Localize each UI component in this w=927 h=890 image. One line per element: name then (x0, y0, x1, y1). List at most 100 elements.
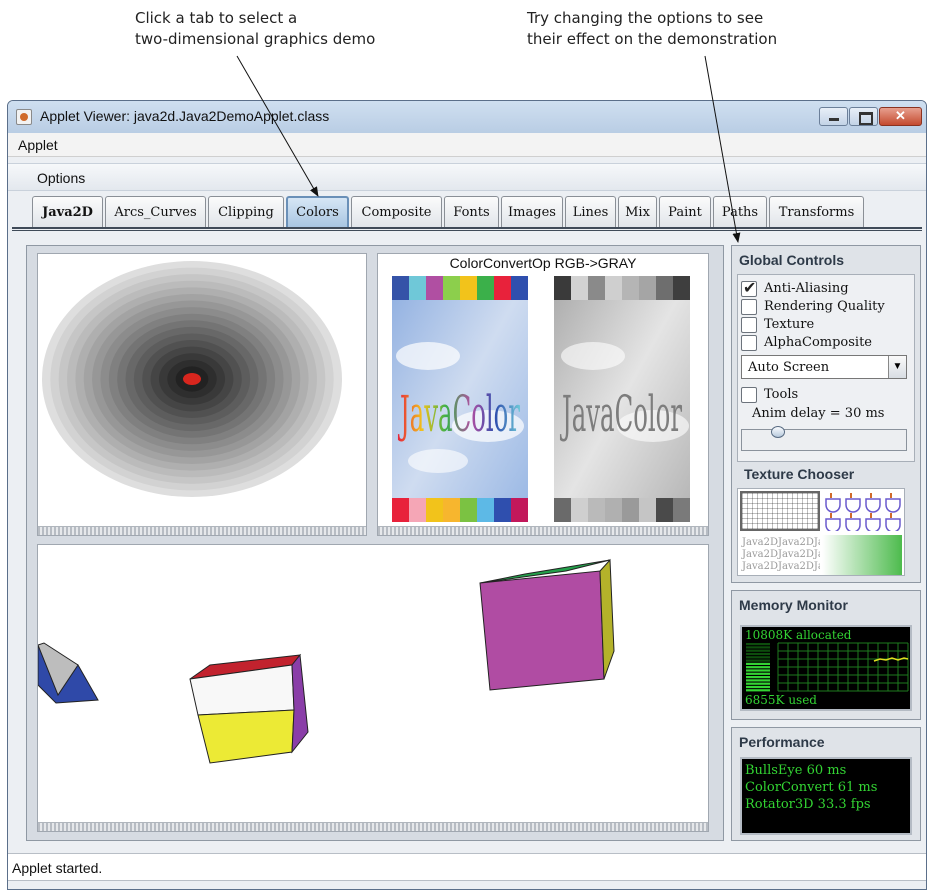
memory-bar-segment (746, 649, 770, 652)
tab-fonts[interactable]: Fonts (444, 196, 499, 227)
memory-bar-segment (746, 685, 770, 689)
checkbox-label: Rendering Quality (764, 299, 885, 314)
tab-colors[interactable]: Colors (286, 196, 349, 227)
gray-swatch (673, 498, 690, 522)
checkbox-label: Anti-Aliasing (764, 281, 849, 296)
checkbox-rendering-quality[interactable]: Rendering Quality (741, 298, 885, 315)
options-menu[interactable]: Options (37, 170, 85, 186)
checkbox-box[interactable] (741, 278, 757, 298)
gray-swatch (554, 498, 571, 522)
texture-text-option[interactable]: Java2DJava2DJava2D Java2DJava2DJava2D Ja… (740, 535, 820, 575)
checkbox-box[interactable] (741, 334, 757, 351)
gray-swatch (673, 276, 690, 300)
callout-options-line1: Try changing the options to see (527, 9, 764, 27)
close-icon[interactable] (879, 107, 922, 126)
tab-paint[interactable]: Paint (659, 196, 711, 227)
colorconvert-title: ColorConvertOp RGB->GRAY (449, 255, 637, 271)
color-swatch (511, 498, 528, 522)
color-swatch (409, 498, 426, 522)
minimize-icon[interactable] (819, 107, 848, 126)
color-swatch (392, 498, 409, 522)
memory-monitor-screen[interactable]: 10808K allocated 6855K used (740, 625, 912, 711)
tab-divider (12, 227, 922, 231)
applet-area: Options Java2D Arcs_Curves Clipping Colo… (8, 157, 926, 889)
tab-images[interactable]: Images (501, 196, 563, 227)
tab-mix[interactable]: Mix (618, 196, 657, 227)
checkbox-box[interactable] (741, 298, 757, 315)
checkbox-anti-aliasing[interactable]: Anti-Aliasing (741, 278, 849, 298)
side-panel: Global Controls Anti-Aliasing Rendering … (731, 245, 921, 841)
screen-select[interactable]: Auto Screen ▼ (741, 355, 907, 379)
anim-delay-slider[interactable] (741, 426, 907, 451)
perf-line-rotator3d: Rotator3D 33.3 fps (745, 797, 871, 812)
tab-clipping[interactable]: Clipping (208, 196, 284, 227)
panel-toolbar-handle[interactable] (38, 822, 708, 831)
menu-bar: Applet (8, 133, 926, 157)
memory-bar-segment (746, 646, 770, 649)
gray-swatch (639, 498, 656, 522)
gray-swatch (639, 276, 656, 300)
memory-used: 6855K used (745, 693, 817, 707)
colorconvert-source-text: JavaColor (398, 385, 520, 443)
texture-gradient-option[interactable] (822, 535, 902, 575)
status-bar: Applet started. (8, 853, 926, 881)
checkbox-tools[interactable]: Tools (741, 386, 798, 403)
callout-tabs-line1: Click a tab to select a (135, 9, 298, 27)
checkbox-box[interactable] (741, 316, 757, 333)
tab-java2d[interactable]: Java2D (32, 196, 103, 227)
callout-options: Try changing the options to see their ef… (527, 8, 777, 50)
texture-cups-option[interactable] (822, 491, 902, 531)
perf-line-colorconvert: ColorConvert 61 ms (745, 780, 878, 795)
slider-knob[interactable] (771, 426, 786, 438)
chevron-down-icon[interactable]: ▼ (888, 356, 906, 378)
demo-tab-strip: Java2D Arcs_Curves Clipping Colors Compo… (32, 195, 866, 227)
menu-applet[interactable]: Applet (18, 137, 58, 153)
texture-grid-option[interactable] (740, 491, 820, 531)
panel-toolbar-handle[interactable] (378, 526, 708, 535)
global-controls-title: Global Controls (739, 252, 844, 268)
tab-arcs-curves[interactable]: Arcs_Curves (105, 196, 206, 227)
bullseye-panel[interactable] (37, 253, 367, 536)
rotator3d-panel[interactable] (37, 544, 709, 832)
coffee-cup-icon (825, 493, 901, 531)
applet-viewer-window: Applet Viewer: java2d.Java2DemoApplet.cl… (7, 100, 927, 890)
tab-paths[interactable]: Paths (713, 196, 767, 227)
tab-composite[interactable]: Composite (351, 196, 442, 227)
colorconvert-panel[interactable]: ColorConvertOp RGB->GRAY JavaColor JavaC… (377, 253, 709, 536)
tab-transforms[interactable]: Transforms (769, 196, 864, 227)
gray-swatch (588, 276, 605, 300)
maximize-icon[interactable] (849, 107, 878, 126)
checkbox-alphacomposite[interactable]: AlphaComposite (741, 334, 872, 351)
gray-swatch (656, 498, 673, 522)
gray-swatch (622, 498, 639, 522)
java-cup-icon (16, 109, 32, 125)
colorconvert-gray-text: JavaColor (560, 385, 682, 443)
tab-lines[interactable]: Lines (565, 196, 616, 227)
checkbox-label: Tools (764, 387, 799, 402)
panel-toolbar-handle[interactable] (38, 526, 366, 535)
color-swatch (443, 276, 460, 300)
color-swatch (443, 498, 460, 522)
performance-screen: BullsEye 60 ms ColorConvert 61 ms Rotato… (740, 757, 912, 835)
callout-tabs: Click a tab to select a two-dimensional … (135, 8, 375, 50)
memory-bar-segment (746, 689, 770, 692)
title-bar[interactable]: Applet Viewer: java2d.Java2DemoApplet.cl… (8, 101, 926, 133)
memory-bar-segment (746, 662, 770, 665)
screen-select-value: Auto Screen (748, 360, 830, 375)
color-swatch (409, 276, 426, 300)
colorconvert-canvas: JavaColor JavaColor (392, 276, 690, 522)
texture-chooser: Java2DJava2DJava2D Java2DJava2DJava2D Ja… (737, 488, 905, 576)
callout-options-line2: their effect on the demonstration (527, 30, 778, 48)
bullseye-center (183, 373, 201, 385)
gray-swatch (554, 276, 571, 300)
color-swatch (477, 498, 494, 522)
color-swatch (426, 498, 443, 522)
gray-swatch (605, 498, 622, 522)
color-swatch (460, 276, 477, 300)
checkbox-box[interactable] (741, 386, 757, 403)
memory-bar-segment (746, 652, 770, 656)
memory-bar-segment (746, 682, 770, 685)
checkbox-texture[interactable]: Texture (741, 316, 814, 333)
colors-demo-area: ColorConvertOp RGB->GRAY JavaColor JavaC… (26, 245, 724, 841)
gray-swatch (605, 276, 622, 300)
